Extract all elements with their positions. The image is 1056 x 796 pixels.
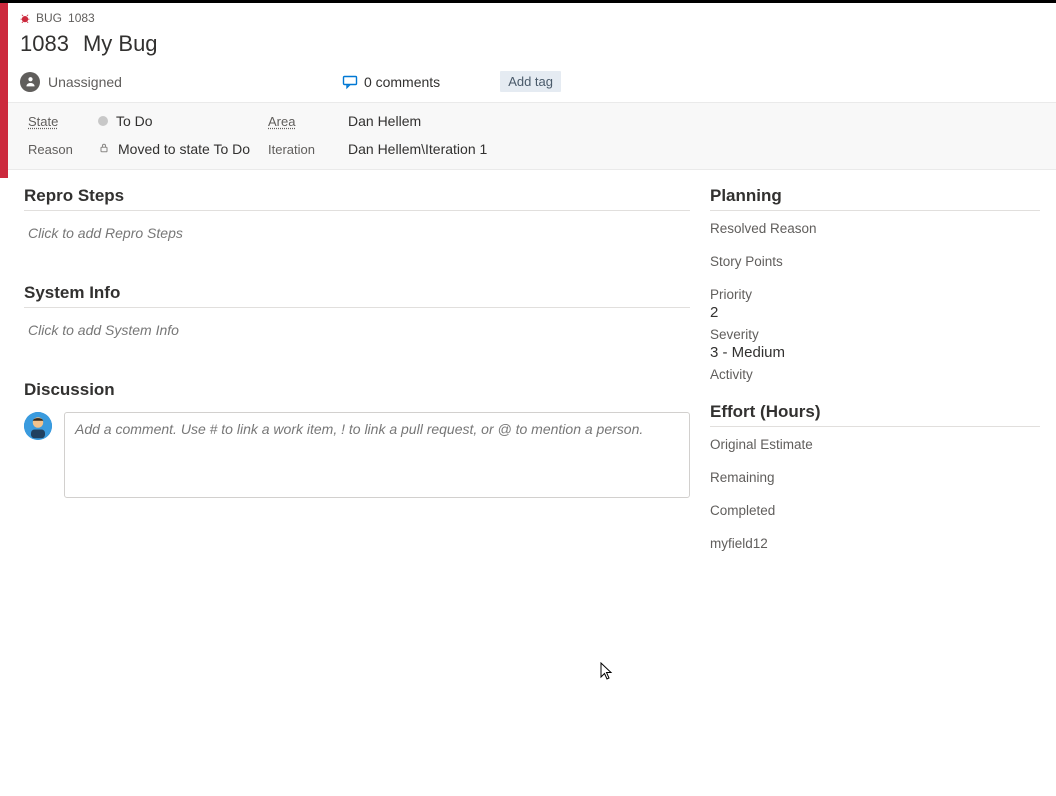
field-label-activity: Activity (710, 367, 1040, 382)
breadcrumb-id: 1083 (68, 11, 95, 25)
work-item-type-color-stripe (0, 3, 8, 178)
state-dot-icon (98, 116, 108, 126)
field-value-reason[interactable]: Moved to state To Do (98, 141, 268, 157)
field-label-resolved-reason: Resolved Reason (710, 221, 1040, 236)
comment-icon (342, 74, 358, 90)
field-value-severity[interactable]: 3 - Medium (710, 344, 1040, 361)
field-label-iteration: Iteration (268, 142, 348, 157)
field-label-original-estimate: Original Estimate (710, 437, 1040, 452)
breadcrumb[interactable]: BUG 1083 (20, 11, 1044, 25)
field-label-severity: Severity (710, 327, 1040, 342)
field-label-reason: Reason (28, 142, 98, 157)
person-icon (20, 72, 40, 92)
section-title-discussion: Discussion (24, 380, 690, 404)
field-label-priority: Priority (710, 287, 1040, 302)
work-item-title[interactable]: My Bug (83, 31, 158, 57)
lock-icon (98, 141, 110, 157)
field-value-area[interactable]: Dan Hellem (348, 113, 1036, 129)
breadcrumb-type: BUG (36, 11, 62, 25)
system-info-input[interactable]: Click to add System Info (24, 316, 690, 362)
title-row: 1083 My Bug (20, 31, 1044, 57)
field-value-priority[interactable]: 2 (710, 304, 1040, 321)
assigned-to-value: Unassigned (48, 74, 122, 90)
work-item-id: 1083 (20, 31, 69, 57)
field-label-state: State (28, 114, 98, 129)
section-title-system-info: System Info (24, 283, 690, 308)
bug-icon (20, 13, 30, 23)
field-label-myfield12: myfield12 (710, 536, 1040, 551)
field-value-state[interactable]: To Do (98, 113, 268, 129)
section-title-effort: Effort (Hours) (710, 402, 1040, 427)
repro-steps-input[interactable]: Click to add Repro Steps (24, 219, 690, 265)
comments-count[interactable]: 0 comments (342, 74, 440, 90)
field-label-story-points: Story Points (710, 254, 1040, 269)
field-label-area: Area (268, 114, 348, 129)
assigned-to-picker[interactable]: Unassigned (20, 72, 122, 92)
comment-input[interactable]: Add a comment. Use # to link a work item… (64, 412, 690, 498)
comments-count-label: 0 comments (364, 74, 440, 90)
field-label-remaining: Remaining (710, 470, 1040, 485)
section-title-planning: Planning (710, 186, 1040, 211)
field-label-completed: Completed (710, 503, 1040, 518)
avatar (24, 412, 52, 440)
add-tag-button[interactable]: Add tag (500, 71, 561, 92)
section-title-repro-steps: Repro Steps (24, 186, 690, 211)
field-value-iteration[interactable]: Dan Hellem\Iteration 1 (348, 141, 1036, 157)
